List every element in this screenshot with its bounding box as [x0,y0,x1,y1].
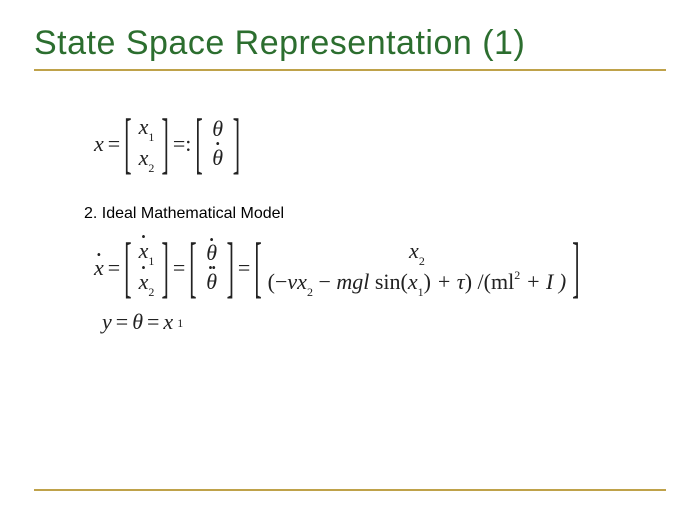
slide: State Space Representation (1) x = x1 x2… [0,0,700,525]
vector-theta: θ •θ [207,115,229,172]
bracket-r3 [572,228,579,309]
vector-x1x2: x1 x2 [136,113,158,175]
bracket-l1 [124,228,131,309]
slide-title: State Space Representation (1) [34,24,666,63]
bracket-r2 [227,228,234,309]
eq1-lhs: x [94,131,104,157]
vector-thetadot: •θ ••θ [201,239,223,296]
eq1-equals-1: = [108,131,120,157]
eq1-equals-colon: =: [173,131,192,157]
title-underline [34,69,666,71]
equation-state-derivative: •x = •x1 •x2 = •θ ••θ = x2 ( [94,237,656,299]
eq2-xdot: •x [94,255,104,281]
bracket-l2 [189,228,196,309]
bracket-right-2 [233,104,240,185]
slide-body: x = x1 x2 =: θ •θ 2. Ideal Mathematical … [34,79,666,335]
vector-dynamics: x2 (−νx2 − mgl sin(x1) + τ) /(ml2 + I ) [266,238,569,299]
vector-xdot12: •x1 •x2 [136,237,158,299]
bracket-left [124,104,131,185]
bracket-l3 [254,228,261,309]
equation-output: y = θ = x1 [102,309,656,335]
section-label: 2. Ideal Mathematical Model [84,205,656,223]
equation-state-vector: x = x1 x2 =: θ •θ [94,113,656,175]
bracket-right [162,104,169,185]
bracket-left-2 [195,104,202,185]
bracket-r1 [162,228,169,309]
footer-rule [34,489,666,491]
